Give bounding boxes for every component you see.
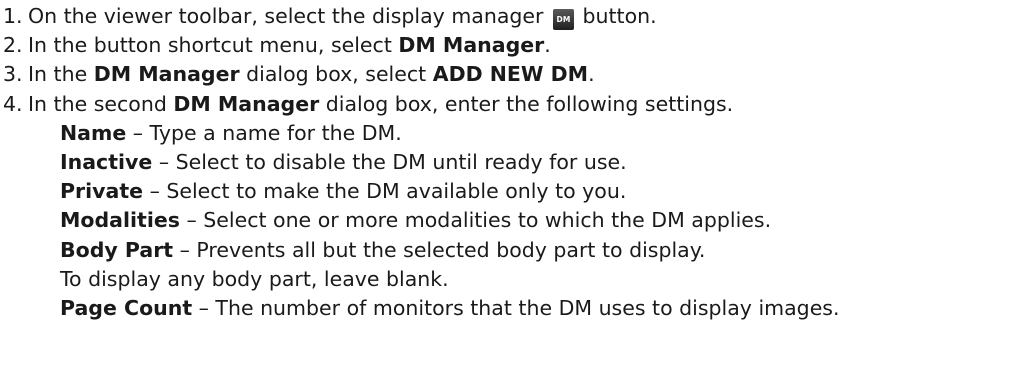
setting-inactive: Inactive – Select to disable the DM unti… [0, 148, 1013, 177]
step-number: 3. [3, 62, 23, 87]
step-1: 1. On the viewer toolbar, select the dis… [0, 2, 1013, 31]
setting-private: Private – Select to make the DM availabl… [0, 177, 1013, 206]
setting-term: Body Part [60, 237, 174, 262]
setting-term: Inactive [60, 149, 153, 174]
setting-modalities: Modalities – Select one or more modaliti… [0, 206, 1013, 235]
ui-term: ADD NEW DM [432, 62, 589, 87]
display-manager-icon: DM [552, 9, 574, 30]
setting-desc: – The number of monitors that the DM use… [192, 295, 840, 320]
step-text: In the [28, 62, 94, 87]
step-text: . [544, 33, 551, 58]
setting-term: Page Count [60, 295, 193, 320]
ui-term: DM Manager [93, 62, 240, 87]
setting-term: Modalities [60, 208, 180, 233]
ui-term: DM Manager [173, 91, 320, 116]
ui-term: DM Manager [398, 33, 545, 58]
setting-body-part: Body Part – Prevents all but the selecte… [0, 236, 1013, 265]
step-number: 2. [3, 33, 23, 58]
setting-term: Private [60, 179, 144, 204]
setting-page-count: Page Count – The number of monitors that… [0, 294, 1013, 323]
step-number: 1. [3, 4, 23, 28]
setting-term: Name [60, 120, 127, 145]
setting-desc: – Type a name for the DM. [126, 120, 402, 145]
setting-desc: – Select to make the DM available only t… [143, 179, 627, 204]
step-text: . [588, 62, 595, 87]
setting-desc: – Prevents all but the selected body par… [173, 237, 706, 262]
step-text: button. [575, 4, 657, 28]
setting-name: Name – Type a name for the DM. [0, 119, 1013, 148]
body-part-note: To display any body part, leave blank. [60, 266, 449, 291]
step-text: dialog box, enter the following settings… [319, 91, 734, 116]
step-text: In the second [28, 91, 174, 116]
step-text: In the button shortcut menu, select [28, 33, 399, 58]
instructions-page: 1. On the viewer toolbar, select the dis… [0, 0, 1013, 377]
step-3: 3. In the DM Manager dialog box, select … [0, 60, 1013, 89]
setting-desc: – Select to disable the DM until ready f… [152, 149, 627, 174]
step-4: 4. In the second DM Manager dialog box, … [0, 90, 1013, 119]
setting-desc: – Select one or more modalities to which… [179, 208, 772, 233]
step-2: 2. In the button shortcut menu, select D… [0, 31, 1013, 60]
step-text: dialog box, select [239, 62, 433, 87]
step-number: 4. [3, 91, 23, 116]
step-text: On the viewer toolbar, select the displa… [28, 4, 550, 28]
